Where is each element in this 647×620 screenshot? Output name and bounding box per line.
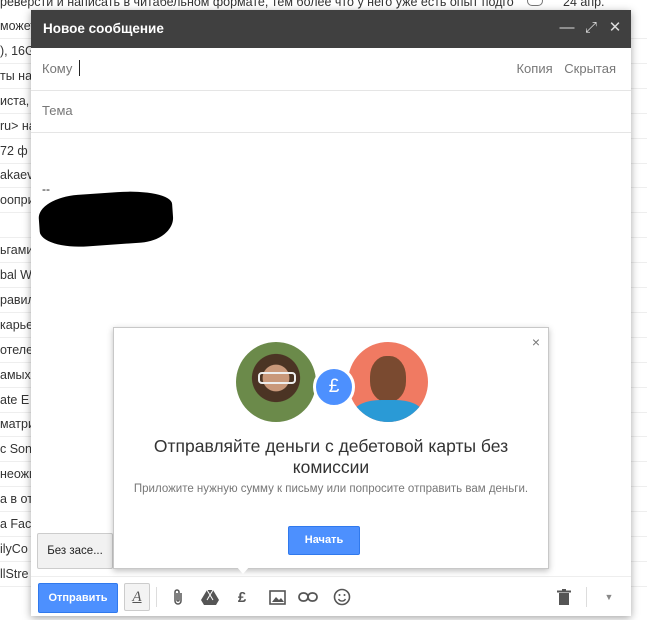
promo-pointer — [236, 566, 250, 574]
expand-icon[interactable]: ⤢ — [581, 18, 601, 38]
drive-icon[interactable] — [200, 587, 220, 607]
link-icon[interactable] — [298, 587, 318, 607]
signature-dash: -- — [42, 182, 50, 196]
trash-icon[interactable] — [554, 587, 574, 607]
subject-field[interactable]: Тема — [31, 90, 631, 133]
pound-icon: £ — [313, 366, 355, 408]
compose-title: Новое сообщение — [43, 21, 164, 36]
format-text-icon[interactable]: A — [124, 583, 150, 611]
promo-title: Отправляйте деньги с дебетовой карты без… — [153, 436, 509, 477]
attachment-clip-icon — [527, 0, 543, 6]
inbox-row-text: ate E — [0, 392, 30, 407]
inbox-row-text: отеле — [0, 342, 34, 357]
more-options-icon[interactable]: ▼ — [599, 587, 619, 607]
inbox-row-text: ьгами — [0, 243, 34, 258]
bcc-link[interactable]: Скрытая — [564, 61, 616, 76]
close-icon[interactable]: ✕ — [605, 18, 625, 38]
inbox-row-text: карье — [0, 317, 34, 332]
inbox-row-text: матри — [0, 417, 35, 432]
redacted-signature — [37, 188, 175, 250]
to-label: Кому — [42, 61, 73, 76]
promo-close-icon[interactable]: × — [532, 334, 540, 350]
promo-start-button[interactable]: Начать — [288, 526, 360, 555]
inbox-row-text: a Fac — [0, 517, 32, 531]
promo-subtitle: Приложите нужную сумму к письму или попр… — [133, 483, 529, 495]
inbox-row-text: ilyCo — [0, 541, 28, 556]
photo-icon[interactable] — [267, 587, 287, 607]
to-field[interactable]: Кому Копия Скрытая — [31, 48, 631, 91]
compose-toolbar: Отправить A £ ▼ — [31, 576, 631, 617]
inbox-row-text: akaev — [0, 168, 34, 183]
send-button[interactable]: Отправить — [38, 583, 118, 613]
inbox-row-text: амых — [0, 367, 31, 382]
minimize-icon[interactable]: — — [557, 18, 577, 38]
emoji-icon[interactable] — [332, 587, 352, 607]
text-caret — [79, 60, 80, 76]
inbox-top-row-text: реверсти и написать в читабельном формат… — [0, 0, 514, 9]
pound-money-icon[interactable]: £ — [232, 587, 252, 607]
sender-avatar — [236, 342, 316, 422]
draft-saved-chip[interactable]: Без засе... — [37, 533, 113, 569]
inbox-row-text: 72 ф — [0, 143, 28, 158]
compose-header[interactable]: Новое сообщение — ⤢ ✕ — [31, 10, 631, 48]
cc-link[interactable]: Копия — [516, 61, 552, 76]
recipient-avatar — [348, 342, 428, 422]
toolbar-divider — [156, 587, 157, 607]
inbox-row-text: llStre — [0, 566, 29, 581]
inbox-row-text: bal W — [0, 268, 32, 282]
toolbar-divider — [586, 587, 587, 607]
send-money-promo: × £ Отправляйте деньги с дебетовой карты… — [113, 327, 549, 569]
inbox-row-text: c Son — [0, 442, 32, 457]
inbox-row-text: оопри — [0, 193, 35, 208]
subject-placeholder: Тема — [42, 103, 73, 118]
attach-icon[interactable] — [168, 587, 188, 607]
inbox-row-text: ), 16G — [0, 43, 35, 58]
inbox-top-row-date: 24 апр. — [563, 0, 605, 9]
inbox-row-text: а в от — [0, 492, 33, 507]
